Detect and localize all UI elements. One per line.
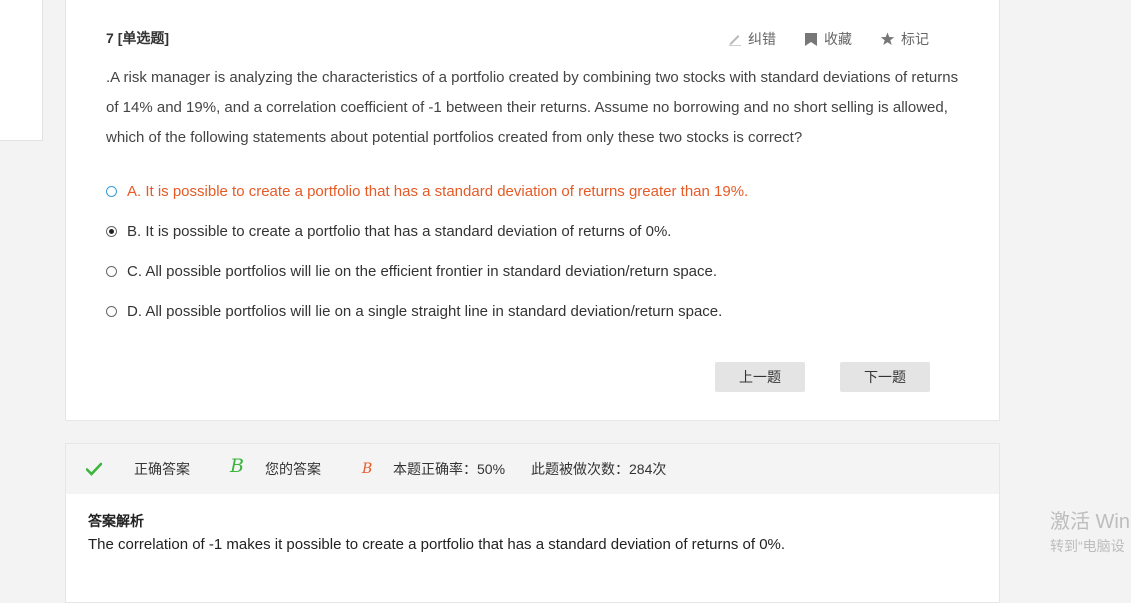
- star-icon: [880, 32, 895, 46]
- option-d-label: D. All possible portfolios will lie on a…: [127, 303, 723, 320]
- question-number: 7: [106, 30, 114, 46]
- attempt-count: 此题被做次数：284次: [531, 461, 667, 477]
- your-answer-value: B: [362, 461, 373, 477]
- option-a-label: A. It is possible to create a portfolio …: [127, 183, 749, 200]
- next-question-button[interactable]: 下一题: [840, 362, 930, 392]
- correct-answer-label: 正确答案: [134, 461, 190, 477]
- check-icon: [86, 444, 102, 494]
- question-card: 7 [单选题] 纠错 收藏 标记 .A risk manager is anal…: [65, 0, 1000, 421]
- bookmark-icon: [804, 32, 818, 47]
- question-text: .A risk manager is analyzing the charact…: [106, 69, 959, 146]
- accuracy-rate: 本题正确率：50%: [393, 461, 506, 477]
- option-d[interactable]: D. All possible portfolios will lie on a…: [106, 303, 748, 343]
- analysis-title: 答案解析: [88, 513, 144, 529]
- watermark-line2: 转到“电脑设: [1050, 538, 1125, 554]
- option-b[interactable]: B. It is possible to create a portfolio …: [106, 223, 748, 263]
- option-b-radio[interactable]: [106, 226, 117, 237]
- option-a-radio[interactable]: [106, 186, 117, 197]
- option-c-radio[interactable]: [106, 266, 117, 277]
- option-c-label: C. All possible portfolios will lie on t…: [127, 263, 718, 280]
- answer-card: 正确答案 B 您的答案 B 本题正确率：50% 此题被做次数：284次 答案解析…: [65, 443, 1000, 603]
- option-d-radio[interactable]: [106, 306, 117, 317]
- option-c[interactable]: C. All possible portfolios will lie on t…: [106, 263, 748, 303]
- report-error-button[interactable]: 纠错: [728, 29, 776, 49]
- question-tools: 纠错 收藏 标记: [728, 29, 929, 49]
- option-a[interactable]: A. It is possible to create a portfolio …: [106, 183, 748, 223]
- answer-summary-bar: 正确答案 B 您的答案 B 本题正确率：50% 此题被做次数：284次: [66, 444, 999, 494]
- mark-button[interactable]: 标记: [880, 29, 929, 49]
- watermark-line1: 激活 Win: [1050, 511, 1130, 533]
- correct-answer-value: B: [230, 455, 244, 477]
- activation-watermark: 激活 Win 转到“电脑设: [1050, 505, 1130, 556]
- prev-question-button[interactable]: 上一题: [715, 362, 805, 392]
- question-type: [单选题]: [117, 30, 170, 46]
- mark-label: 标记: [901, 31, 929, 47]
- question-header: 7 [单选题]: [106, 28, 169, 48]
- option-b-label: B. It is possible to create a portfolio …: [127, 223, 672, 240]
- analysis-text: The correlation of -1 makes it possible …: [88, 536, 786, 553]
- left-side-panel: [0, 0, 43, 141]
- pencil-icon: [728, 32, 742, 46]
- favorite-button[interactable]: 收藏: [804, 29, 852, 49]
- favorite-label: 收藏: [824, 31, 852, 47]
- answer-options: A. It is possible to create a portfolio …: [106, 183, 748, 343]
- report-error-label: 纠错: [748, 31, 776, 47]
- your-answer-label: 您的答案: [265, 461, 321, 477]
